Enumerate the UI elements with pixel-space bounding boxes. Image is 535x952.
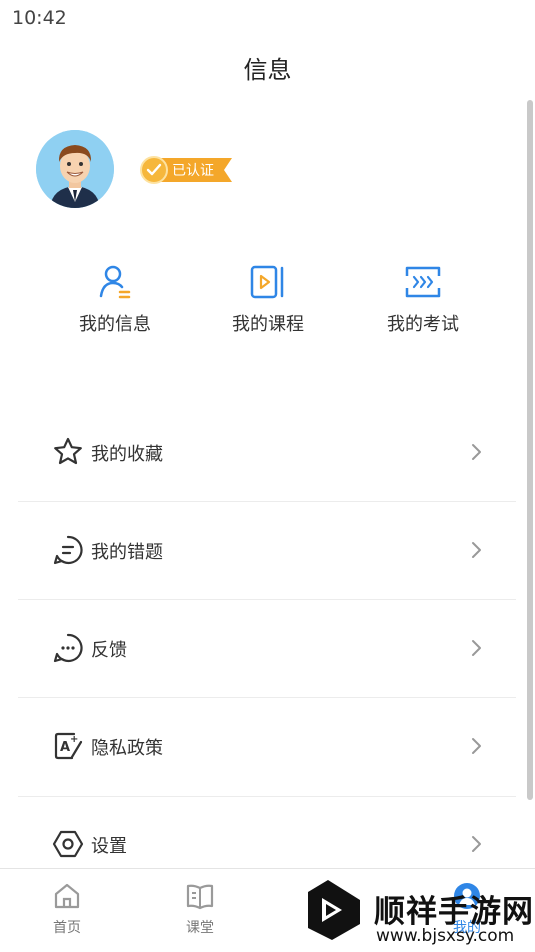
home-icon — [54, 883, 80, 909]
menu-item-favorites[interactable]: 我的收藏 — [18, 422, 516, 482]
tab-label: 课堂 — [186, 920, 214, 936]
chevron-right-icon — [472, 542, 481, 558]
avatar-person-icon — [36, 130, 114, 208]
quick-action-label: 我的考试 — [387, 314, 459, 335]
watermark-logo-icon — [308, 880, 360, 940]
status-time: 10:42 — [12, 7, 67, 29]
divider — [18, 599, 516, 600]
book-icon — [186, 884, 214, 910]
quick-action-label: 我的课程 — [232, 314, 304, 335]
watermark-title: 顺祥手游网 — [374, 894, 534, 930]
verified-badge-label: 已认证 — [172, 163, 214, 179]
quick-action-my-info[interactable]: 我的信息 — [50, 262, 180, 336]
tab-classroom[interactable]: 课堂 — [160, 881, 240, 937]
feedback-icon — [53, 633, 83, 663]
privacy-edit-icon: A + — [54, 732, 83, 760]
divider — [18, 796, 516, 797]
quick-action-my-courses[interactable]: 我的课程 — [203, 262, 333, 336]
svg-text:+: + — [70, 734, 78, 745]
status-bar: 10:42 — [0, 0, 535, 38]
menu-item-label: 设置 — [91, 836, 127, 857]
chevron-right-icon — [472, 836, 481, 852]
user-info-icon — [99, 265, 131, 299]
watermark: 顺祥手游网 www.bjsxsy.com — [302, 876, 535, 951]
exam-icon — [405, 266, 441, 298]
divider — [18, 501, 516, 502]
chevron-right-icon — [472, 640, 481, 656]
menu-item-privacy-policy[interactable]: A + 隐私政策 — [18, 716, 516, 776]
chevron-right-icon — [472, 738, 481, 754]
tab-home[interactable]: 首页 — [27, 881, 107, 937]
star-icon — [54, 437, 82, 465]
menu-item-wrong-questions[interactable]: 我的错题 — [18, 520, 516, 580]
scrollbar[interactable] — [527, 100, 533, 800]
avatar[interactable] — [36, 130, 114, 208]
quick-action-label: 我的信息 — [79, 314, 151, 335]
menu-item-label: 隐私政策 — [91, 738, 163, 759]
verified-badge: 已认证 — [140, 155, 232, 185]
quick-action-my-exams[interactable]: 我的考试 — [358, 262, 488, 336]
menu-item-label: 我的错题 — [91, 542, 163, 563]
page-title: 信息 — [243, 56, 292, 84]
chevron-right-icon — [472, 444, 481, 460]
chat-bubble-icon — [53, 535, 83, 565]
tab-label: 首页 — [53, 920, 81, 936]
menu-item-settings[interactable]: 设置 — [18, 814, 516, 874]
watermark-url: www.bjsxsy.com — [376, 926, 515, 946]
menu-item-label: 反馈 — [91, 640, 127, 661]
menu-item-feedback[interactable]: 反馈 — [18, 618, 516, 678]
menu-item-label: 我的收藏 — [91, 444, 163, 465]
course-video-icon — [250, 265, 284, 299]
settings-hexagon-icon — [52, 830, 84, 858]
svg-text:A: A — [60, 740, 70, 755]
divider — [18, 697, 516, 698]
